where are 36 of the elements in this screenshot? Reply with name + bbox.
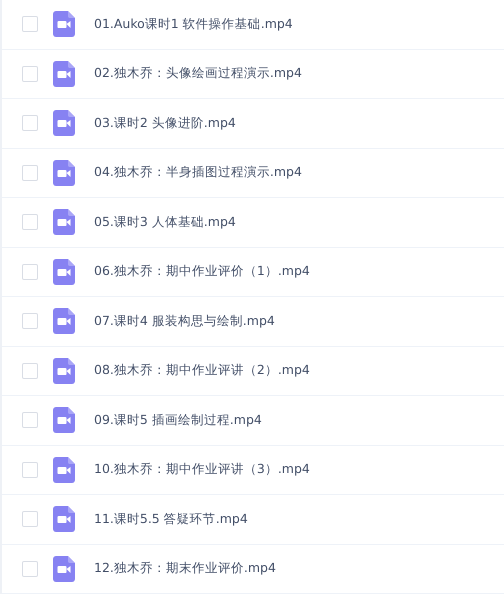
file-name[interactable]: 06.独木乔：期中作业评价（1）.mp4 bbox=[94, 263, 310, 280]
video-file-icon bbox=[53, 407, 75, 434]
video-file-icon bbox=[53, 506, 75, 532]
video-file-icon bbox=[53, 110, 75, 136]
file-name[interactable]: 01.Auko课时1 软件操作基础.mp4 bbox=[94, 16, 293, 33]
file-name[interactable]: 09.课时5 插画绘制过程.mp4 bbox=[94, 412, 262, 429]
checkbox[interactable] bbox=[22, 313, 38, 330]
video-file-icon bbox=[53, 209, 75, 236]
video-file-icon bbox=[53, 456, 75, 483]
checkbox[interactable] bbox=[22, 214, 38, 230]
file-name[interactable]: 04.独木乔：半身插图过程演示.mp4 bbox=[94, 164, 302, 182]
checkbox[interactable] bbox=[22, 560, 38, 577]
video-file-icon bbox=[53, 358, 75, 384]
checkbox[interactable] bbox=[22, 362, 38, 379]
checkbox[interactable] bbox=[22, 264, 38, 280]
file-name[interactable]: 05.课时3 人体基础.mp4 bbox=[94, 214, 236, 231]
file-name[interactable]: 03.课时2 头像进阶.mp4 bbox=[94, 114, 236, 132]
checkbox[interactable] bbox=[22, 115, 38, 132]
checkbox[interactable] bbox=[22, 412, 38, 428]
file-name[interactable]: 08.独木乔：期中作业评讲（2）.mp4 bbox=[94, 362, 310, 380]
video-file-icon bbox=[53, 308, 75, 334]
checkbox[interactable] bbox=[22, 511, 38, 528]
video-file-icon bbox=[53, 160, 75, 186]
checkbox[interactable] bbox=[22, 66, 38, 82]
video-file-icon bbox=[53, 258, 75, 285]
video-file-icon bbox=[53, 11, 75, 38]
file-name[interactable]: 07.课时4 服装构思与绘制.mp4 bbox=[94, 312, 275, 330]
checkbox[interactable] bbox=[22, 16, 38, 32]
video-file-icon bbox=[53, 556, 75, 582]
checkbox[interactable] bbox=[22, 462, 38, 478]
file-name[interactable]: 02.独木乔：头像绘画过程演示.mp4 bbox=[94, 65, 302, 82]
file-name[interactable]: 10.独木乔：期中作业评讲（3）.mp4 bbox=[94, 461, 310, 478]
checkbox[interactable] bbox=[22, 164, 38, 181]
file-name[interactable]: 11.课时5.5 答疑环节.mp4 bbox=[94, 510, 248, 528]
video-file-icon bbox=[53, 60, 75, 87]
file-name[interactable]: 12.独木乔：期末作业评价.mp4 bbox=[94, 560, 276, 578]
